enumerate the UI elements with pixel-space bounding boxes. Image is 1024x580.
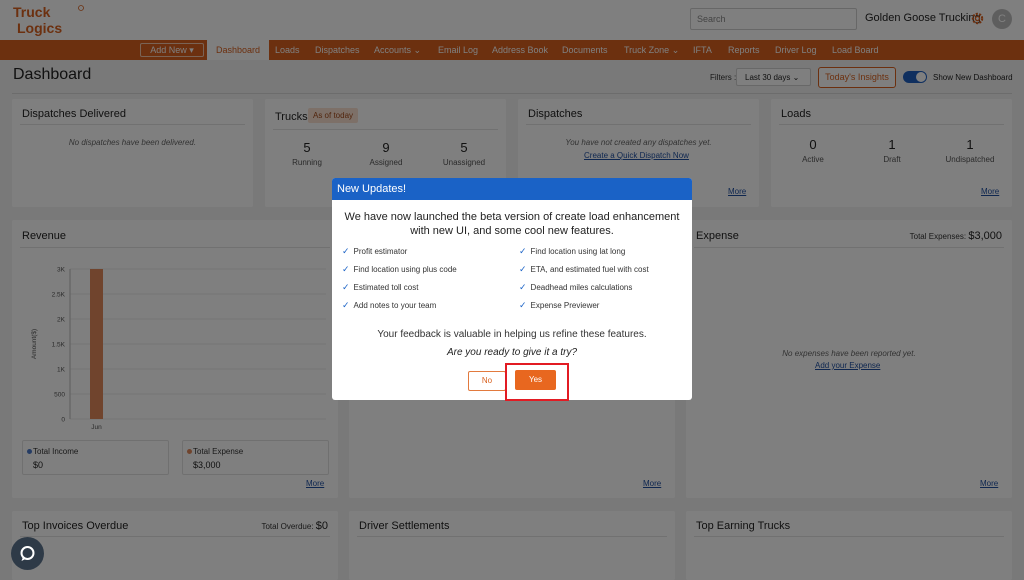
feature-label: Add notes to your team [353,301,437,310]
check-icon: ✓ [342,246,350,256]
dialog-feedback-text: Your feedback is valuable in helping us … [377,329,647,340]
feature-label: ETA, and estimated fuel with cost [530,265,649,274]
feature-item: ✓ Estimated toll cost [342,282,418,293]
check-icon: ✓ [342,300,350,310]
feature-label: Profit estimator [353,247,408,256]
feature-item: ✓ Profit estimator [342,246,407,257]
feature-item: ✓ Deadhead miles calculations [519,282,632,293]
check-icon: ✓ [519,264,527,274]
feature-item: ✓ Expense Previewer [519,300,599,311]
chat-widget-button[interactable] [11,537,44,570]
dialog-question: Are you ready to give it a try? [446,347,578,358]
feature-label: Deadhead miles calculations [530,283,633,292]
feature-label: Find location using plus code [353,265,457,274]
dialog-title: New Updates! [332,178,692,200]
feature-item: ✓ Add notes to your team [342,300,436,311]
no-button[interactable]: No [468,371,506,391]
feature-item: ✓ ETA, and estimated fuel with cost [519,264,649,275]
yes-button-highlight [505,363,569,401]
check-icon: ✓ [342,282,350,292]
dialog-intro: We have now launched the beta version of… [344,211,680,237]
check-icon: ✓ [342,264,350,274]
chat-bubble-icon [20,546,35,561]
check-icon: ✓ [519,246,527,256]
feature-item: ✓ Find location using lat long [519,246,625,257]
feature-label: Estimated toll cost [353,283,419,292]
feature-label: Expense Previewer [530,301,600,310]
feature-item: ✓ Find location using plus code [342,264,457,275]
feature-label: Find location using lat long [530,247,626,256]
check-icon: ✓ [519,300,527,310]
check-icon: ✓ [519,282,527,292]
